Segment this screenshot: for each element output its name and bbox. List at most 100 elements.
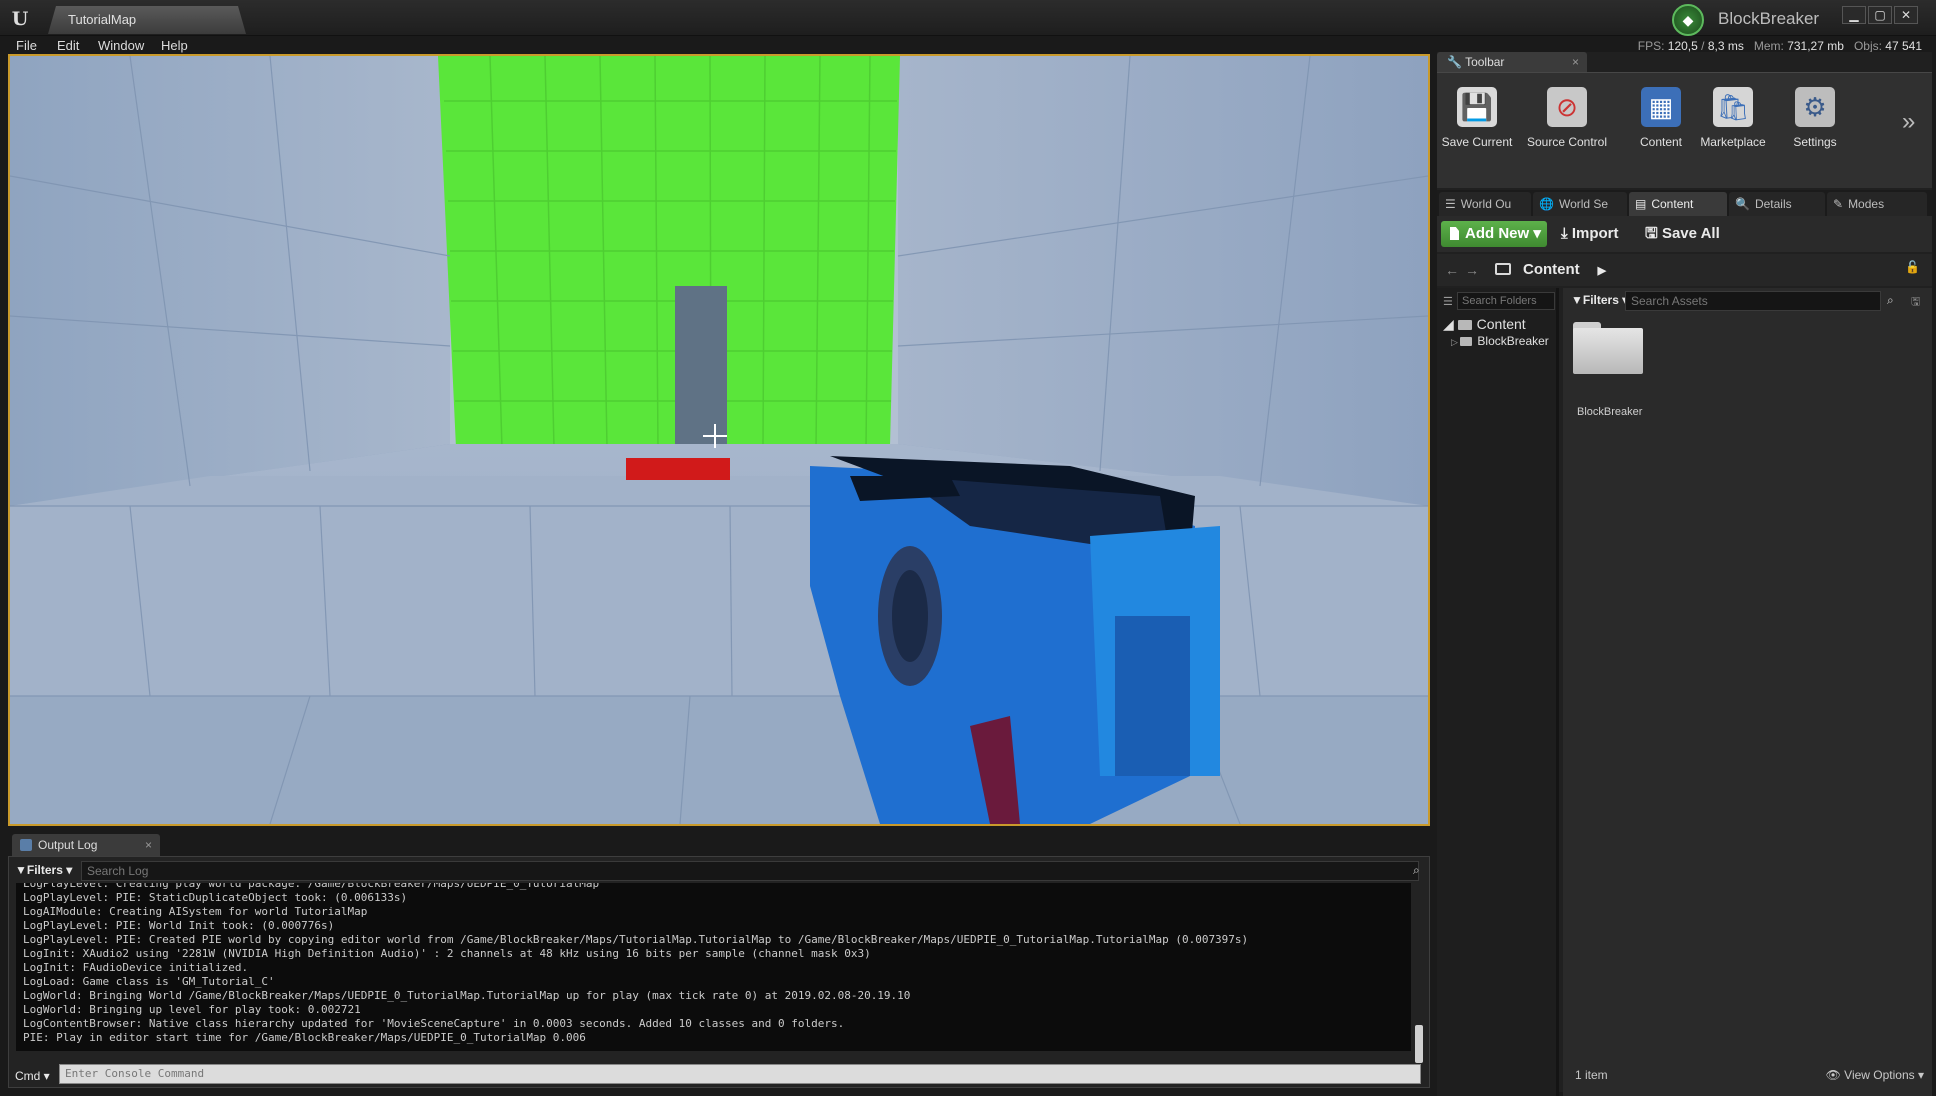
filter-funnel-icon: ▼ — [15, 863, 27, 877]
save-all-icon: 🖫 — [1645, 225, 1662, 242]
tab-modes[interactable]: ✎ Modes — [1827, 192, 1927, 216]
asset-search-input[interactable]: Search Assets — [1625, 291, 1881, 311]
tree-item-blockbreaker[interactable]: ▷ BlockBreaker — [1451, 334, 1549, 348]
maximize-button[interactable]: ▢ — [1868, 6, 1892, 24]
save-all-label: Save All — [1661, 225, 1720, 242]
fps-label: FPS: — [1637, 39, 1665, 53]
save-current-button[interactable]: 💾 Save Current — [1435, 79, 1519, 191]
import-button[interactable]: ⤓ Import — [1561, 221, 1618, 247]
back-arrow-icon[interactable]: ← — [1445, 260, 1461, 280]
save-all-button[interactable]: 🖫 Save All — [1645, 221, 1720, 247]
save-search-icon[interactable]: 🖫 — [1911, 293, 1920, 312]
fps-value: 120,5 — [1667, 39, 1698, 53]
save-icon: 💾 — [1457, 87, 1497, 127]
asset-name[interactable]: BlockBreaker — [1577, 406, 1642, 418]
list-icon: ☰ — [1445, 197, 1456, 211]
mem-label: Mem: — [1753, 39, 1784, 53]
globe-icon: 🌐 — [1539, 197, 1554, 211]
log-scrollbar[interactable] — [1415, 1025, 1423, 1063]
folder-search-input[interactable]: Search Folders — [1457, 292, 1555, 310]
log-line: LogContentBrowser: Native class hierarch… — [23, 1017, 845, 1030]
log-line: LogPlayLevel: PIE: Created PIE world by … — [23, 933, 1249, 946]
log-line: PIE: Play in editor start time for /Game… — [23, 1031, 586, 1044]
menu-window[interactable]: Window — [98, 36, 144, 56]
left-wall — [10, 56, 450, 506]
view-options-button[interactable]: 👁 View Options ▾ — [1826, 1068, 1924, 1082]
forward-arrow-icon[interactable]: → — [1465, 260, 1481, 280]
toolbar-tab-label: Toolbar — [1465, 55, 1505, 69]
world-settings-label: World Se — [1558, 197, 1609, 211]
search-icon: ⌕ — [1413, 863, 1420, 877]
folder-icon — [1460, 337, 1473, 346]
wrench-icon: 🔧 — [1447, 55, 1466, 69]
toolbar-overflow-icon[interactable]: » — [1902, 107, 1922, 137]
project-badge-icon[interactable]: ◆ — [1672, 4, 1704, 36]
folder-list-icon[interactable]: ☰ — [1443, 295, 1453, 308]
unreal-logo-icon[interactable]: U — [8, 7, 32, 31]
tab-output-log[interactable]: Output Log × — [12, 834, 160, 856]
add-new-label: Add New — [1465, 225, 1530, 242]
log-line: LogAIModule: Creating AISystem for world… — [23, 905, 368, 918]
log-filters-button[interactable]: ▼Filters ▾ — [15, 863, 72, 877]
magnifier-icon: 🔍 — [1735, 197, 1750, 211]
mem-value: 731,27 mb — [1787, 39, 1844, 53]
settings-button[interactable]: ⚙ Settings — [1773, 79, 1857, 191]
tab-world-outliner[interactable]: ☰ World Ou — [1439, 192, 1531, 216]
game-viewport[interactable] — [8, 54, 1430, 826]
unreal-editor-window: U TutorialMap ◆ BlockBreaker ▁ ▢ ✕ File … — [0, 0, 1936, 1096]
breadcrumb-arrow-icon[interactable]: ▶ — [1598, 265, 1606, 277]
tree-item-content[interactable]: ◢ Content — [1443, 316, 1526, 333]
world-outliner-label: World Ou — [1460, 197, 1512, 211]
log-output[interactable]: LogPlayLevel: Creating play world packag… — [16, 883, 1411, 1051]
menu-help[interactable]: Help — [161, 36, 188, 56]
marketplace-label: Marketplace — [1700, 135, 1766, 149]
log-line: LogInit: XAudio2 using '2281W (NVIDIA Hi… — [23, 947, 871, 960]
filters-label: Filters — [1582, 293, 1619, 307]
menu-file[interactable]: File — [16, 36, 37, 56]
source-control-button[interactable]: ⊘ Source Control — [1525, 79, 1609, 191]
expanded-arrow-icon: ◢ — [1443, 316, 1458, 332]
title-bar: U TutorialMap ◆ BlockBreaker ▁ ▢ ✕ — [0, 0, 1936, 36]
tab-content[interactable]: ▤ Content — [1629, 192, 1727, 216]
cmd-selector[interactable]: Cmd ▾ — [15, 1069, 50, 1083]
tab-details[interactable]: 🔍 Details — [1729, 192, 1825, 216]
tab-world-settings[interactable]: 🌐 World Se — [1533, 192, 1627, 216]
collapsed-arrow-icon: ▷ — [1451, 337, 1461, 347]
content-tab-label: Content — [1651, 197, 1694, 211]
filters-button[interactable]: ▼Filters ▾ — [1571, 293, 1628, 307]
minimize-button[interactable]: ▁ — [1842, 6, 1866, 24]
log-search-input[interactable]: Search Log — [81, 861, 1419, 881]
close-tab-icon[interactable]: × — [145, 834, 152, 856]
lock-icon[interactable]: 🔓 — [1905, 260, 1920, 274]
log-line: LogPlayLevel: PIE: World Init took: (0.0… — [23, 919, 335, 932]
objs-value: 47 541 — [1885, 39, 1922, 53]
eye-icon: 👁 — [1825, 1068, 1845, 1082]
breadcrumb-content: Content — [1523, 261, 1580, 278]
menu-edit[interactable]: Edit — [57, 36, 79, 56]
folder-tree-pane: ☰ Search Folders ◢ Content ▷ BlockBreake… — [1437, 288, 1559, 1096]
add-new-button[interactable]: Add New ▾ — [1441, 221, 1547, 247]
marketplace-bag-icon: 🛍 — [1713, 87, 1753, 127]
right-wall — [898, 56, 1428, 506]
gear-icon: ⚙ — [1795, 87, 1835, 127]
marketplace-button[interactable]: 🛍 Marketplace — [1691, 79, 1775, 191]
close-window-button[interactable]: ✕ — [1894, 6, 1918, 24]
content-grid-icon: ▦ — [1641, 87, 1681, 127]
level-tab[interactable]: TutorialMap — [48, 6, 246, 34]
close-tab-icon[interactable]: × — [1572, 52, 1579, 72]
log-line: LogWorld: Bringing up level for play too… — [23, 1003, 361, 1016]
log-filters-label: Filters — [26, 863, 63, 877]
modes-icon: ✎ — [1833, 197, 1844, 211]
source-control-label: Source Control — [1526, 135, 1608, 149]
console-command-input[interactable]: Enter Console Command — [59, 1064, 1421, 1084]
asset-view: ▼Filters ▾ Search Assets ⌕ 🖫 BlockBreake… — [1563, 288, 1932, 1096]
folder-icon[interactable] — [1573, 322, 1643, 374]
content-browser-toolbar: Add New ▾ ⤓ Import 🖫 Save All — [1437, 216, 1932, 252]
filter-funnel-icon: ▼ — [1571, 293, 1583, 307]
player-gun — [810, 456, 1220, 824]
tree-blockbreaker-label: BlockBreaker — [1477, 334, 1549, 348]
tab-toolbar[interactable]: 🔧 Toolbar × — [1437, 52, 1587, 72]
log-line: LogLoad: Game class is 'GM_Tutorial_C' — [23, 975, 275, 988]
breadcrumb[interactable]: Content ▶ — [1495, 259, 1606, 281]
output-log-panel: ▼Filters ▾ Search Log ⌕ LogPlayLevel: Cr… — [8, 856, 1430, 1088]
